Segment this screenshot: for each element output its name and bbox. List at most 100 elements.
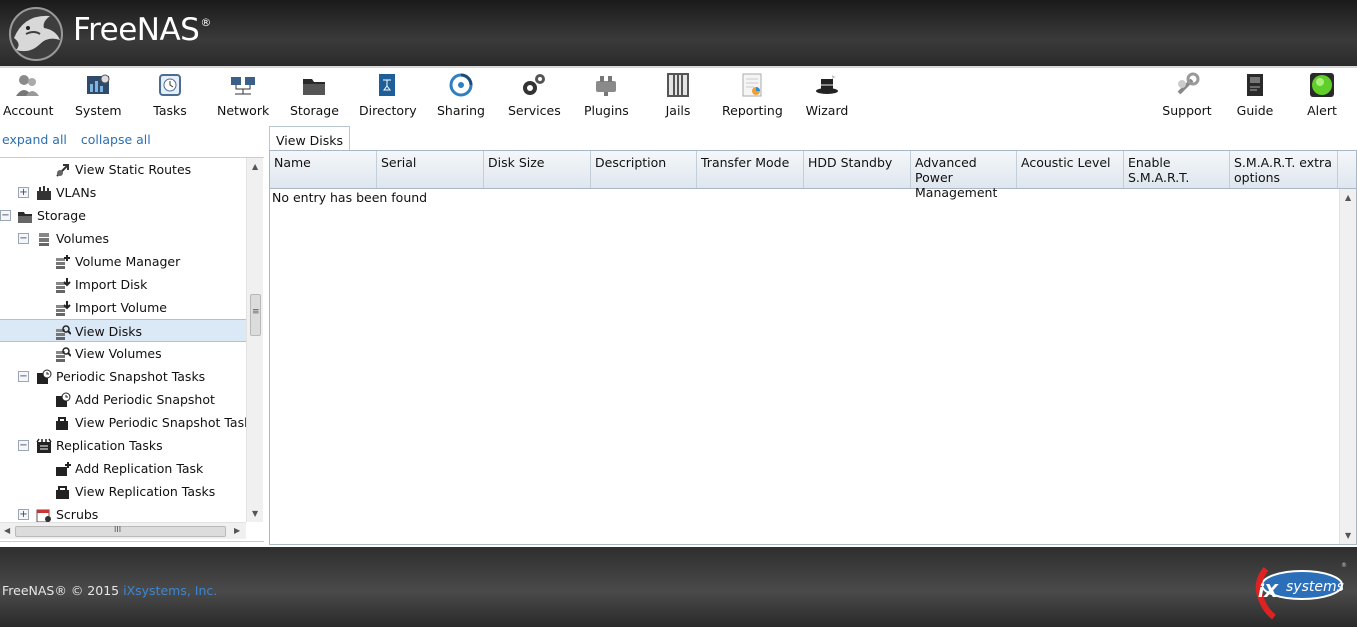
svg-text:systems: systems	[1286, 579, 1344, 595]
tree-item-view-replication-tasks[interactable]: View Replication Tasks	[0, 480, 246, 503]
collapse-toggle[interactable]: −	[18, 371, 29, 382]
guide-icon	[1247, 74, 1263, 96]
scroll-down-arrow-icon[interactable]: ▼	[252, 509, 258, 518]
app-title: FreeNAS®	[73, 12, 211, 48]
column-header-name[interactable]: Name	[270, 151, 377, 188]
tree-horizontal-scroll-thumb[interactable]: III	[15, 525, 226, 537]
disks-grid: Name Serial Disk Size Description Transf…	[269, 150, 1357, 545]
replication-tasks-icon	[36, 438, 52, 453]
column-header-smart-extra-options[interactable]: S.M.A.R.T. extra options	[1230, 151, 1338, 188]
view-periodic-snapshot-icon	[56, 417, 68, 430]
view-replication-icon	[56, 486, 69, 499]
vlans-icon	[37, 186, 51, 200]
expand-toggle[interactable]: +	[18, 509, 29, 520]
grid-vertical-scrollbar[interactable]: ▲ ▼	[1339, 189, 1356, 544]
svg-text:iX: iX	[1258, 581, 1279, 602]
copyright-text: FreeNAS® © 2015 iXsystems, Inc.	[2, 583, 218, 598]
toolbar-system-button[interactable]: System	[75, 72, 122, 124]
tree-controls: expand all collapse all	[2, 132, 161, 147]
freenas-shark-logo	[9, 7, 63, 61]
tree-item-storage[interactable]: − Storage	[0, 204, 246, 227]
tree-horizontal-scrollbar[interactable]: ◀ III ▶	[0, 522, 246, 539]
tree-item-view-disks[interactable]: View Disks	[0, 319, 246, 342]
column-header-serial[interactable]: Serial	[377, 151, 484, 188]
account-icon	[16, 75, 39, 96]
collapse-all-link[interactable]: collapse all	[81, 132, 151, 147]
toolbar-sharing-button[interactable]: Sharing	[437, 72, 485, 124]
tree-vertical-scrollbar[interactable]: ▲ ≡ ▼	[246, 158, 263, 522]
add-periodic-snapshot-icon	[56, 392, 71, 407]
view-volumes-icon	[56, 347, 71, 362]
tree-item-import-disk[interactable]: Import Disk	[0, 273, 246, 296]
scroll-up-arrow-icon[interactable]: ▲	[1345, 193, 1351, 202]
svg-text:®: ®	[1341, 562, 1347, 569]
collapse-toggle[interactable]: −	[18, 233, 29, 244]
toolbar-alert-button[interactable]: Alert	[1304, 72, 1340, 124]
toolbar-tasks-button[interactable]: Tasks	[152, 72, 188, 124]
tree-item-volumes[interactable]: − Volumes	[0, 227, 246, 250]
volumes-icon	[39, 233, 49, 246]
toolbar-reporting-button[interactable]: Reporting	[722, 72, 783, 124]
tree-item-replication-tasks[interactable]: − Replication Tasks	[0, 434, 246, 457]
tree-item-add-periodic-snapshot[interactable]: Add Periodic Snapshot	[0, 388, 246, 411]
view-disks-icon	[56, 325, 71, 340]
directory-icon	[379, 74, 395, 96]
toolbar-network-button[interactable]: Network	[217, 72, 269, 124]
toolbar-directory-button[interactable]: Directory	[359, 72, 417, 124]
column-header-enable-smart[interactable]: Enable S.M.A.R.T.	[1124, 151, 1230, 188]
app-footer: FreeNAS® © 2015 iXsystems, Inc. iX syste…	[0, 547, 1357, 627]
tree-item-view-volumes[interactable]: View Volumes	[0, 342, 246, 365]
tree-item-volume-manager[interactable]: Volume Manager	[0, 250, 246, 273]
volume-manager-icon	[56, 255, 70, 269]
tree-item-import-volume[interactable]: Import Volume	[0, 296, 246, 319]
tree-item-add-replication-task[interactable]: Add Replication Task	[0, 457, 246, 480]
toolbar-account-button[interactable]: Account	[3, 72, 53, 124]
tree-item-vlans[interactable]: + VLANs	[0, 181, 246, 204]
collapse-toggle[interactable]: −	[0, 210, 11, 221]
toolbar-services-button[interactable]: Services	[508, 72, 561, 124]
tree-item-periodic-snapshot-tasks[interactable]: − Periodic Snapshot Tasks	[0, 365, 246, 388]
app-header: FreeNAS®	[0, 0, 1357, 66]
toolbar-guide-button[interactable]: Guide	[1236, 72, 1274, 124]
network-icon	[231, 77, 255, 95]
column-header-description[interactable]: Description	[591, 151, 697, 188]
toolbar-wizard-button[interactable]: Wizard	[805, 72, 849, 124]
expand-all-link[interactable]: expand all	[2, 132, 67, 147]
view-static-routes-icon	[56, 164, 69, 177]
ixsystems-link[interactable]: iXsystems, Inc.	[123, 583, 217, 598]
import-volume-icon	[56, 301, 71, 316]
collapse-toggle[interactable]: −	[18, 440, 29, 451]
toolbar-storage-button[interactable]: Storage	[290, 72, 339, 124]
toolbar-plugins-button[interactable]: Plugins	[584, 72, 629, 124]
wizard-icon	[816, 75, 838, 94]
reporting-icon	[742, 73, 762, 97]
tree-item-view-periodic-snapshot-tasks[interactable]: View Periodic Snapshot Tasks	[0, 411, 258, 434]
toolbar-jails-button[interactable]: Jails	[664, 72, 692, 124]
column-header-transfer-mode[interactable]: Transfer Mode	[697, 151, 804, 188]
column-header-acoustic-level[interactable]: Acoustic Level	[1017, 151, 1124, 188]
toolbar-support-button[interactable]: Support	[1162, 72, 1212, 124]
tree-item-view-static-routes[interactable]: View Static Routes	[0, 158, 246, 181]
periodic-snapshot-icon	[37, 369, 52, 384]
navigation-tree: View Static Routes + VLANs − Storage − V…	[0, 157, 264, 542]
navigation-panel: expand all collapse all View Static Rout…	[0, 122, 265, 544]
scroll-down-arrow-icon[interactable]: ▼	[1345, 531, 1351, 540]
scroll-up-arrow-icon[interactable]: ▲	[252, 162, 258, 171]
grid-header: Name Serial Disk Size Description Transf…	[270, 151, 1356, 200]
add-replication-icon	[56, 462, 71, 476]
tree-vertical-scroll-thumb[interactable]: ≡	[250, 294, 261, 336]
services-icon	[523, 74, 545, 95]
support-icon	[1177, 72, 1200, 95]
plugins-icon	[596, 76, 616, 96]
column-header-hdd-standby[interactable]: HDD Standby	[804, 151, 911, 188]
alert-icon	[1310, 73, 1334, 97]
jails-icon	[667, 73, 689, 97]
column-header-disk-size[interactable]: Disk Size	[484, 151, 591, 188]
scroll-right-arrow-icon[interactable]: ▶	[234, 526, 240, 535]
storage-folder-icon	[18, 212, 32, 223]
column-header-advanced-power-management[interactable]: Advanced Power Management	[911, 151, 1017, 200]
tab-view-disks[interactable]: View Disks	[269, 126, 350, 151]
scroll-left-arrow-icon[interactable]: ◀	[4, 526, 10, 535]
expand-toggle[interactable]: +	[18, 187, 29, 198]
import-disk-icon	[56, 278, 71, 293]
